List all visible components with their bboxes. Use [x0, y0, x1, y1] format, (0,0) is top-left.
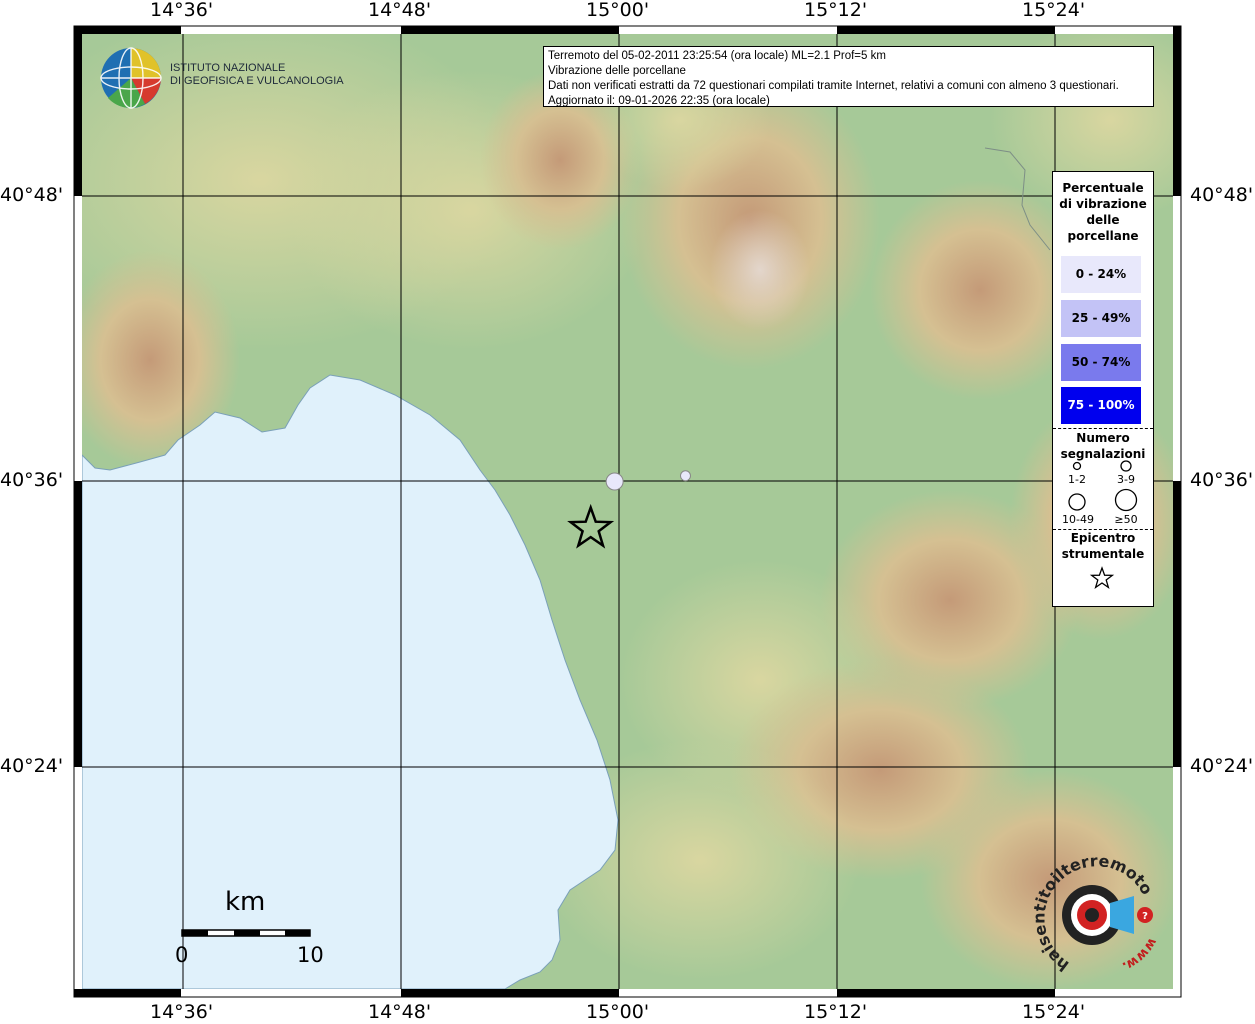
legend: Percentuale di vibrazione delle porcella…	[1052, 171, 1154, 607]
lon-label-bottom-5: 15°24'	[1022, 1001, 1086, 1023]
count-symbol-10-49	[1068, 493, 1086, 511]
legend-title-line-4: porcellane	[1067, 229, 1139, 243]
legend-title: Percentuale di vibrazione delle porcella…	[1053, 180, 1153, 244]
lon-label-bottom-3: 15°00'	[586, 1001, 650, 1023]
epicenter-title-line-2: strumentale	[1061, 547, 1145, 561]
lon-label-top-2: 14°48'	[368, 0, 432, 21]
data-note: Dati non verificati estratti da 72 quest…	[548, 80, 1119, 92]
ingv-logo	[100, 47, 162, 109]
count-title-line-1: Numero	[1076, 431, 1130, 445]
epicenter-title-line-1: Epicentro	[1070, 531, 1136, 545]
scale-bar	[181, 929, 311, 937]
lon-label-top-3: 15°00'	[586, 0, 650, 21]
legend-class-4: 75 - 100%	[1061, 387, 1141, 424]
epicenter-title: Epicentro strumentale	[1053, 530, 1153, 562]
event-title: Terremoto del 05-02-2011 23:25:54 (ora l…	[548, 50, 886, 62]
count-label-1-2: 1-2	[1068, 473, 1086, 486]
scale-end: 10	[297, 943, 324, 967]
legend-title-line-3: delle	[1086, 213, 1120, 227]
lon-label-top-4: 15°12'	[804, 0, 868, 21]
legend-title-line-1: Percentuale	[1062, 181, 1144, 195]
lat-label-left-2: 40°36'	[0, 469, 64, 491]
lon-label-top-1: 14°36'	[150, 0, 214, 21]
count-label-50: ≥50	[1114, 513, 1138, 526]
observation-point-2	[679, 470, 691, 482]
ingv-line-2: DI GEOFISICA E VULCANOLOGIA	[170, 75, 344, 87]
scale-start: 0	[175, 943, 189, 967]
lat-label-left-1: 40°48'	[0, 184, 64, 206]
lon-label-bottom-4: 15°12'	[804, 1001, 868, 1023]
hsit-www-text: www.	[1120, 935, 1160, 974]
observation-point-1	[605, 472, 624, 491]
count-symbol-50	[1114, 488, 1138, 512]
lat-label-right-3: 40°24'	[1190, 755, 1254, 777]
scale-unit: km	[225, 887, 266, 917]
ingv-logo-text: ISTITUTO NAZIONALE DI GEOFISICA E VULCAN…	[170, 62, 344, 88]
legend-class-2: 25 - 49%	[1061, 300, 1141, 337]
legend-star-icon	[1089, 566, 1115, 589]
legend-class-3: 50 - 74%	[1061, 344, 1141, 381]
lat-label-right-2: 40°36'	[1190, 469, 1254, 491]
ingv-line-1: ISTITUTO NAZIONALE	[170, 62, 286, 74]
lat-label-left-3: 40°24'	[0, 755, 64, 777]
hsit-logo-text: haisentitoilterremoto.it www.	[1030, 855, 1160, 975]
svg-text:www.: www.	[1120, 935, 1160, 974]
event-info-box: Terremoto del 05-02-2011 23:25:54 (ora l…	[543, 46, 1154, 107]
lon-label-bottom-2: 14°48'	[368, 1001, 432, 1023]
lat-label-right-1: 40°48'	[1190, 184, 1254, 206]
lon-label-bottom-1: 14°36'	[150, 1001, 214, 1023]
count-label-3-9: 3-9	[1117, 473, 1135, 486]
legend-class-1: 0 - 24%	[1061, 256, 1141, 293]
legend-separator-1	[1053, 428, 1153, 429]
legend-title-line-2: di vibrazione	[1059, 197, 1147, 211]
count-label-10-49: 10-49	[1062, 513, 1094, 526]
count-symbol-1-2	[1072, 461, 1082, 471]
lon-label-top-5: 15°24'	[1022, 0, 1086, 21]
effect-name: Vibrazione delle porcellane	[548, 65, 686, 77]
count-symbol-3-9	[1120, 460, 1132, 472]
updated-at: Aggiornato il: 09-01-2026 22:35 (ora loc…	[548, 95, 770, 107]
